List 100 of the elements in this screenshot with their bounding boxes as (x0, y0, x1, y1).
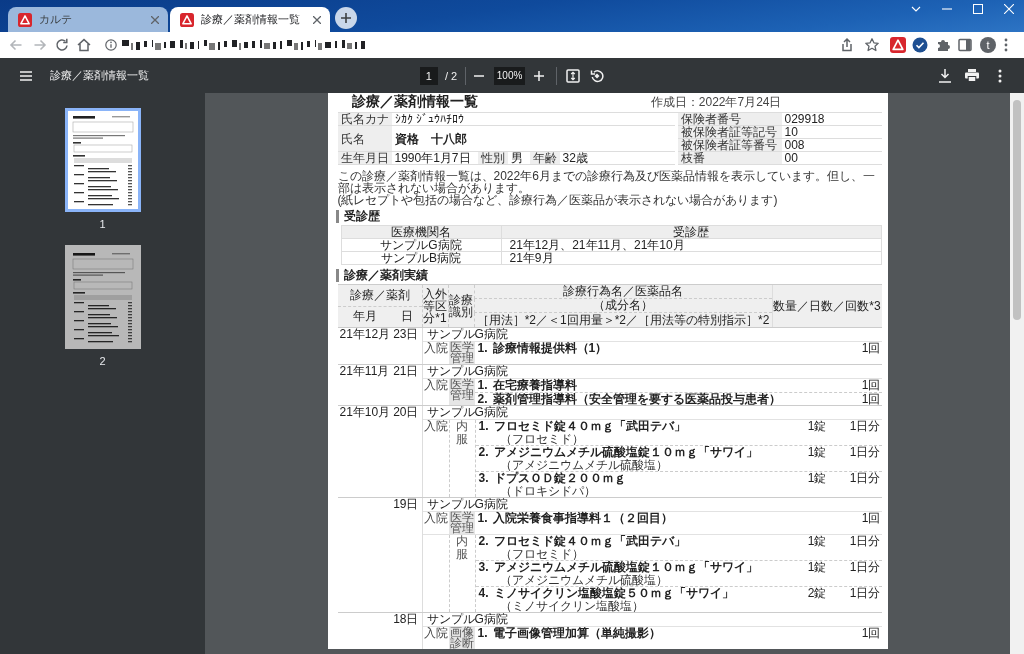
ingredient-name: （ミノサイクリン塩酸塩） (499, 599, 645, 612)
close-icon[interactable] (151, 15, 159, 24)
item-name: 在宅療養指導料 (492, 379, 578, 392)
field-label: 枝番 (677, 152, 782, 165)
item-name: 電子画像管理加算（単純撮影） (492, 627, 662, 640)
column-header: ［用法］*2／＜1回用量＞*2／［用法等の特別指示］*2 (473, 313, 772, 327)
app-logo-icon (180, 12, 194, 27)
dose-amount: 1錠 (806, 472, 827, 487)
notice-text: (紙レセプトや包括の場合など、診療行為／医薬品が表示されない場合があります) (337, 194, 779, 206)
column-header: 診療／薬剤 (337, 285, 422, 307)
column-header: 入外等区分*1 (422, 288, 448, 324)
scrollbar-thumb[interactable] (1013, 100, 1021, 320)
scrollbar-track[interactable] (1010, 93, 1024, 654)
date-day: 23日 (391, 328, 422, 341)
column-header: 医療機関名 (341, 226, 502, 239)
field-label: 氏名カナ (337, 113, 392, 126)
home-icon[interactable] (76, 37, 92, 53)
column-header: （成分名） (473, 299, 772, 313)
zoom-in-icon[interactable] (534, 70, 545, 81)
hospital-name: サンプルG病院 (421, 328, 882, 341)
field-label: 生年月日 (337, 152, 392, 165)
side-panel-icon[interactable] (957, 37, 973, 53)
quantity-value: 1回 (860, 512, 882, 525)
reload-icon[interactable] (54, 37, 70, 53)
menu-icon[interactable] (20, 70, 32, 81)
field-label: 年齢 (529, 152, 560, 165)
category-label: 医学管理 (448, 342, 475, 364)
quantity-value: 1回 (860, 627, 882, 640)
category-label: 医学管理 (448, 512, 475, 534)
profile-avatar[interactable]: t (980, 37, 996, 53)
date-day: 19日 (391, 498, 422, 511)
field-label: 保険者番号 (677, 113, 782, 126)
print-icon[interactable] (965, 69, 979, 82)
column-header: 数量／日数／回数*3 (771, 285, 882, 327)
thumbnail-label: 2 (99, 355, 106, 367)
ingredient-name: （フロセミド） (499, 432, 585, 445)
section-heading: 受診歴 (335, 210, 882, 223)
date-day: 18日 (391, 613, 422, 626)
app-logo-icon (18, 12, 32, 27)
page-number-field[interactable]: 1 (419, 66, 438, 85)
item-name: アメジニウムメチル硫酸塩錠１０ｍｇ「サワイ」 (493, 561, 759, 574)
info-icon[interactable] (105, 39, 117, 51)
dose-amount: 2錠 (806, 587, 827, 602)
category-label: 医学管理 (448, 379, 475, 405)
item-number: 4. (477, 587, 490, 602)
date-day: 20日 (391, 406, 422, 419)
zoom-level-field[interactable]: 100% (494, 66, 526, 85)
item-number: 1. (477, 420, 490, 435)
item-name: フロセミド錠４０ｍｇ「武田テバ」 (493, 420, 687, 433)
admission-type: 入院 (422, 420, 449, 435)
field-value: 00 (781, 152, 882, 165)
new-tab-icon[interactable] (335, 7, 357, 29)
download-icon[interactable] (939, 68, 951, 83)
maximize-icon[interactable] (972, 4, 983, 14)
admission-type: 入院 (422, 379, 449, 394)
item-number: 1. (476, 627, 489, 640)
column-header: 受診歴 (501, 226, 881, 239)
category-label: 内服 (448, 535, 475, 612)
thumbnail-label: 1 (99, 218, 106, 230)
field-label: 被保険者証等記号 (677, 126, 782, 139)
admission-type: 入院 (422, 627, 449, 642)
quantity-value: 1日分 (848, 446, 882, 461)
item-number: 2. (477, 446, 490, 461)
hospital-name: サンプルG病院 (421, 613, 882, 626)
field-label: 被保険者証等番号 (677, 139, 782, 152)
item-number: 3. (477, 561, 490, 576)
item-name: フロセミド錠４０ｍｇ「武田テバ」 (493, 535, 687, 548)
puzzle-icon[interactable] (935, 37, 951, 53)
browser-tab[interactable]: 診療／薬剤情報一覧 (170, 7, 330, 32)
date-month: 21年11月 (338, 365, 391, 378)
star-icon[interactable] (864, 37, 880, 53)
field-value: 10 (781, 126, 882, 139)
table-cell: 21年12月、21年11月、21年10月 (501, 239, 881, 252)
item-name: アメジニウムメチル硫酸塩錠１０ｍｇ「サワイ」 (493, 446, 759, 459)
share-icon[interactable] (839, 37, 855, 53)
document-heading: 診療／薬剤情報一覧 (351, 93, 478, 109)
dose-amount: 1錠 (806, 446, 827, 461)
table-cell: 21年9月 (501, 252, 881, 265)
close-icon[interactable] (313, 15, 321, 24)
field-value: 男 (507, 152, 530, 165)
field-label: 性別 (477, 152, 508, 165)
quantity-value: 1回 (860, 379, 882, 392)
field-value: 008 (781, 139, 882, 152)
fit-page-icon[interactable] (566, 68, 581, 83)
more-menu-icon[interactable] (1004, 37, 1008, 53)
column-header: 日 (399, 308, 414, 326)
item-name: ミノサイクリン塩酸塩錠５０ｍｇ「サワイ」 (493, 587, 735, 600)
chevron-down-icon[interactable] (910, 4, 921, 14)
date-day: 21日 (391, 365, 422, 378)
rotate-icon[interactable] (590, 68, 605, 83)
dose-amount: 1錠 (806, 535, 827, 550)
check-circle-icon[interactable] (912, 37, 928, 53)
ingredient-name: （アメジニウムメチル硫酸塩） (498, 458, 669, 471)
item-number: 2. (476, 392, 489, 405)
quantity-value: 1日分 (848, 561, 882, 576)
dose-amount: 1錠 (806, 420, 827, 435)
app-extension-icon[interactable] (890, 37, 906, 53)
more-menu-icon[interactable] (998, 68, 1002, 83)
browser-tab[interactable]: カルテ (8, 7, 168, 32)
item-name: 入院栄養食事指導料１（２回目） (492, 512, 674, 525)
